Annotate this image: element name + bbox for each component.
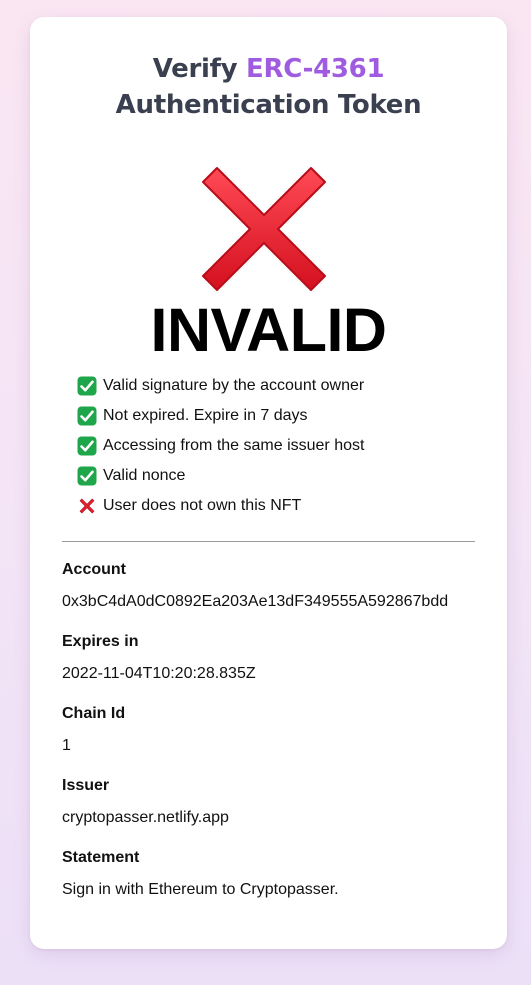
detail-value: 0x3bC4dA0dC0892Ea203Ae13dF349555A592867b… (62, 593, 449, 610)
detail-label: Issuer (62, 777, 110, 794)
detail-label: Account (62, 561, 126, 578)
check-list: Valid signature by the account owner Not… (77, 371, 477, 521)
check-item: Valid nonce (77, 461, 477, 491)
red-cross-icon (79, 498, 95, 514)
check-label: Valid signature by the account owner (103, 377, 365, 394)
detail-chain-id: Chain Id 1 (62, 703, 482, 775)
token-details: Account 0x3bC4dA0dC0892Ea203Ae13dF349555… (62, 559, 482, 919)
check-item: Accessing from the same issuer host (77, 431, 477, 461)
verification-card: Verify ERC-4361 Authentication Token INV… (30, 17, 507, 949)
check-item: Valid signature by the account owner (77, 371, 477, 401)
detail-statement: Statement Sign in with Ethereum to Crypt… (62, 847, 482, 919)
check-label: Accessing from the same issuer host (103, 437, 365, 454)
status-text: INVALID (150, 296, 387, 364)
detail-value: 2022-11-04T10:20:28.835Z (62, 665, 256, 682)
title-accent: ERC-4361 (246, 54, 385, 84)
check-label: Valid nonce (103, 467, 186, 484)
title-prefix: Verify (152, 54, 238, 84)
detail-expires: Expires in 2022-11-04T10:20:28.835Z (62, 631, 482, 703)
detail-label: Chain Id (62, 705, 126, 722)
green-check-icon (77, 406, 97, 426)
red-cross-icon (202, 167, 326, 291)
check-label: Not expired. Expire in 7 days (103, 407, 308, 424)
check-item: Not expired. Expire in 7 days (77, 401, 477, 431)
check-item: User does not own this NFT (77, 491, 477, 521)
check-label: User does not own this NFT (103, 497, 302, 514)
green-check-icon (77, 436, 97, 456)
detail-value: cryptopasser.netlify.app (62, 809, 229, 826)
green-check-icon (77, 376, 97, 396)
detail-value: Sign in with Ethereum to Cryptopasser. (62, 881, 339, 898)
detail-account: Account 0x3bC4dA0dC0892Ea203Ae13dF349555… (62, 559, 482, 631)
detail-value: 1 (62, 737, 71, 754)
divider (62, 541, 475, 542)
title-rest: Authentication Token (115, 90, 422, 120)
detail-issuer: Issuer cryptopasser.netlify.app (62, 775, 482, 847)
detail-label: Expires in (62, 633, 139, 650)
detail-label: Statement (62, 849, 140, 866)
green-check-icon (77, 466, 97, 486)
page-title: Verify ERC-4361 Authentication Token (30, 51, 507, 123)
